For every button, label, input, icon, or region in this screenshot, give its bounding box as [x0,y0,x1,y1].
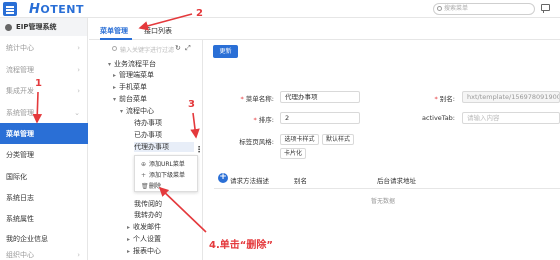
annotation-arrows [32,13,207,233]
